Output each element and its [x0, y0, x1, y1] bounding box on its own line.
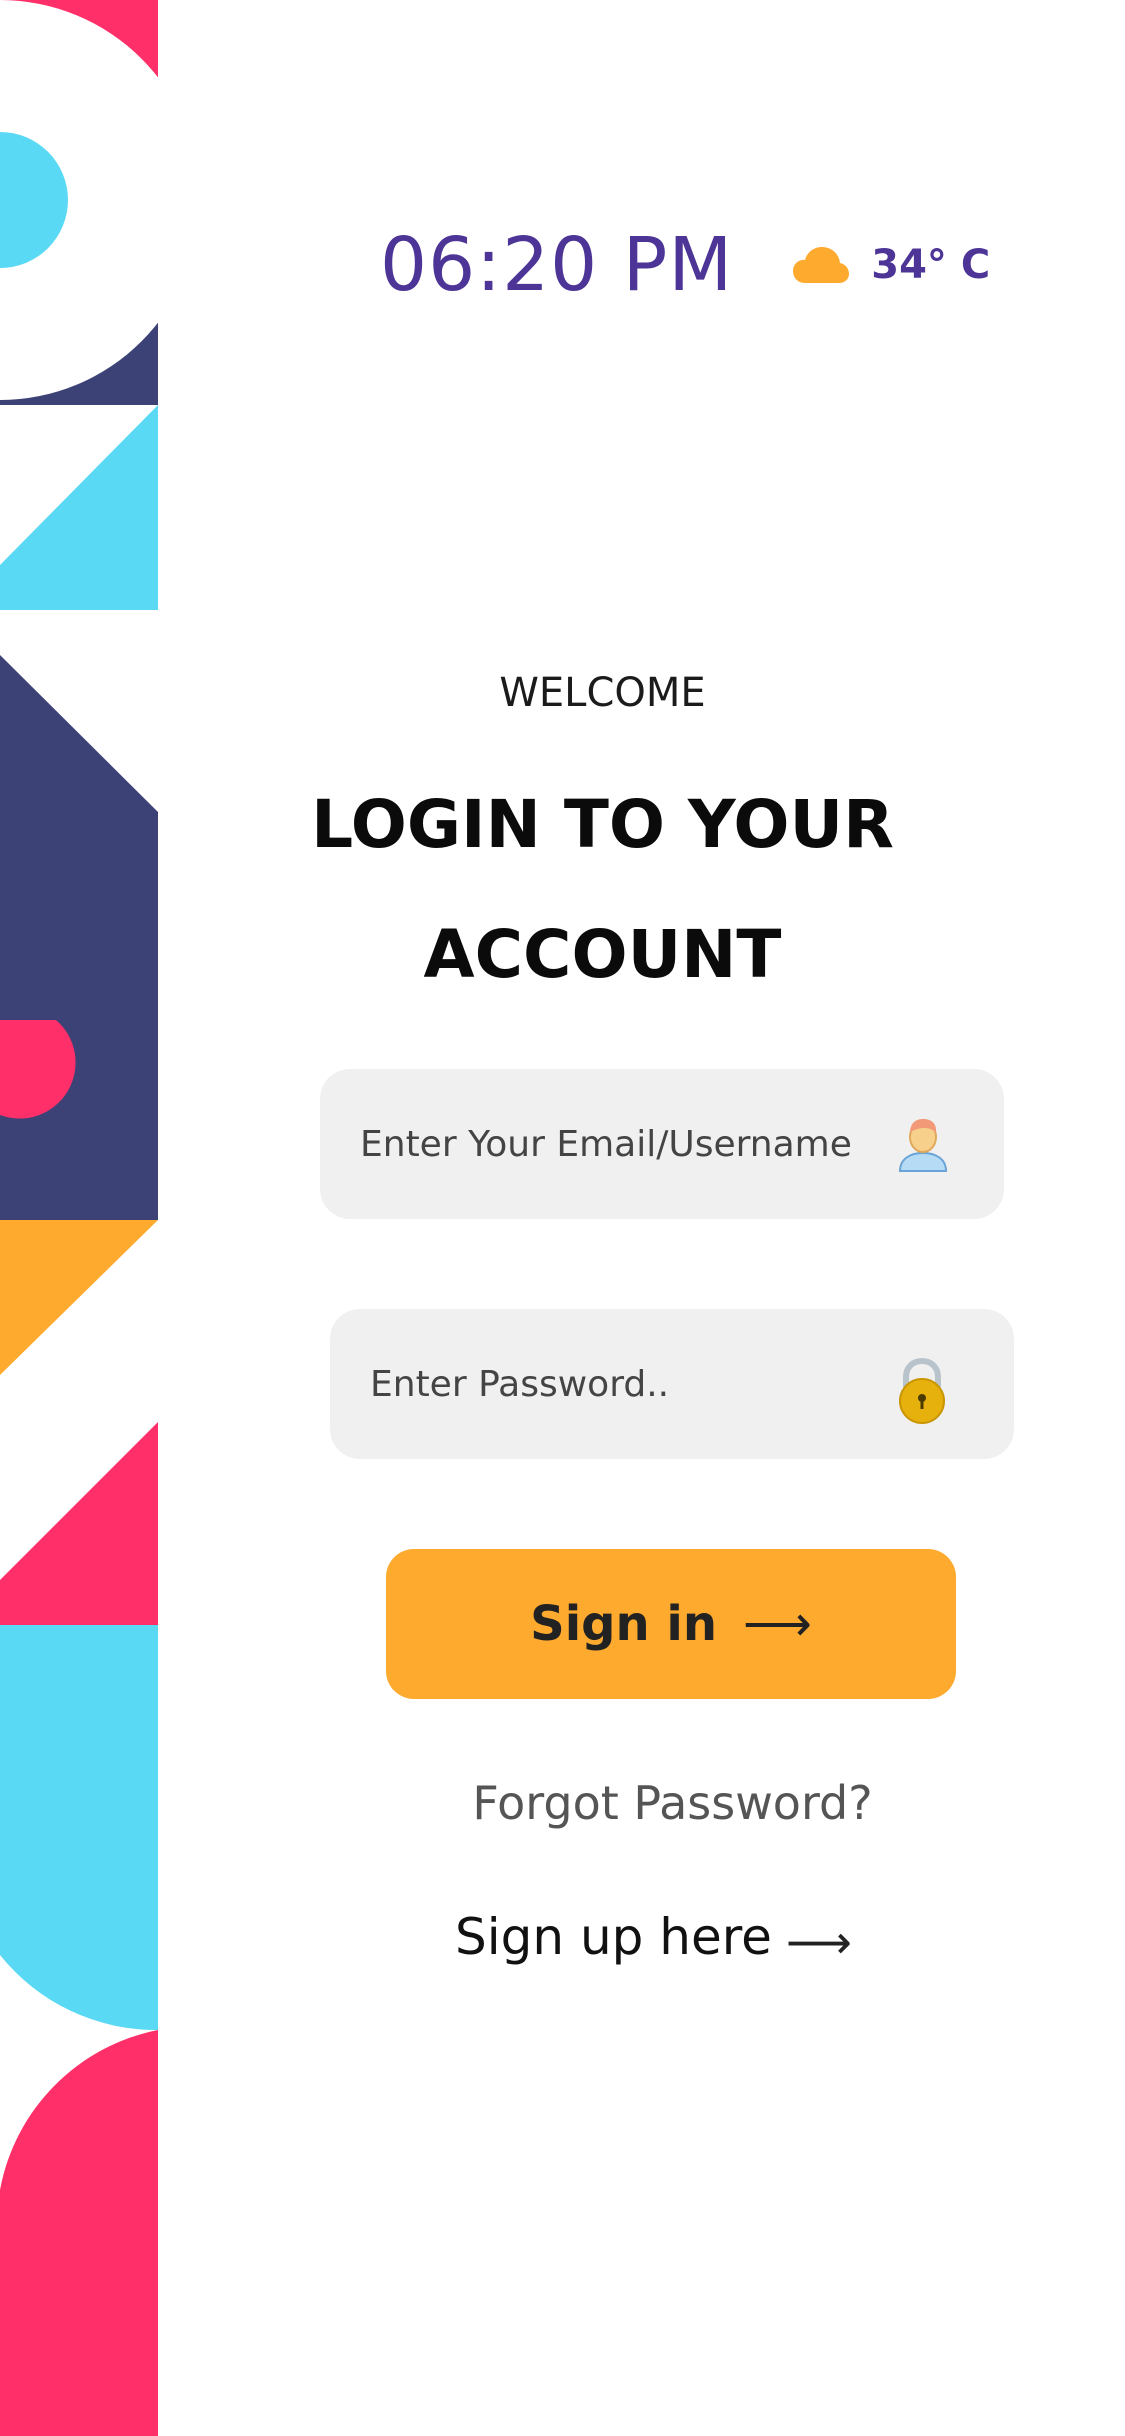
decorative-side-pattern	[0, 0, 158, 2436]
page-title-line-1: LOGIN TO YOUR	[311, 786, 894, 863]
temperature-label: 34° C	[871, 242, 991, 288]
arrow-right-icon: ⟶	[743, 1598, 812, 1651]
sign-in-label: Sign in	[530, 1596, 718, 1652]
password-field-container	[330, 1309, 1014, 1459]
user-avatar-icon	[898, 1119, 948, 1172]
email-field-container	[320, 1069, 1004, 1219]
status-bar: 06:20 PM 34° C	[380, 222, 990, 308]
cloud-icon	[793, 247, 850, 283]
page-title: LOGIN TO YOUR ACCOUNT	[0, 760, 1125, 1020]
sign-in-button[interactable]: Sign in ⟶	[386, 1549, 956, 1699]
sign-up-link[interactable]: Sign up here ⟶	[455, 1905, 852, 1969]
geometric-pattern	[0, 0, 158, 2436]
weather-widget: 34° C	[793, 242, 990, 288]
clock-time: 06:20 PM	[380, 222, 734, 308]
sign-up-label: Sign up here	[455, 1908, 772, 1966]
forgot-password-link[interactable]: Forgot Password?	[0, 1776, 1125, 1830]
welcome-label: WELCOME	[499, 670, 706, 716]
page-title-line-2: ACCOUNT	[423, 916, 782, 993]
arrow-right-icon: ⟶	[785, 1915, 852, 1969]
lock-icon	[899, 1357, 945, 1424]
